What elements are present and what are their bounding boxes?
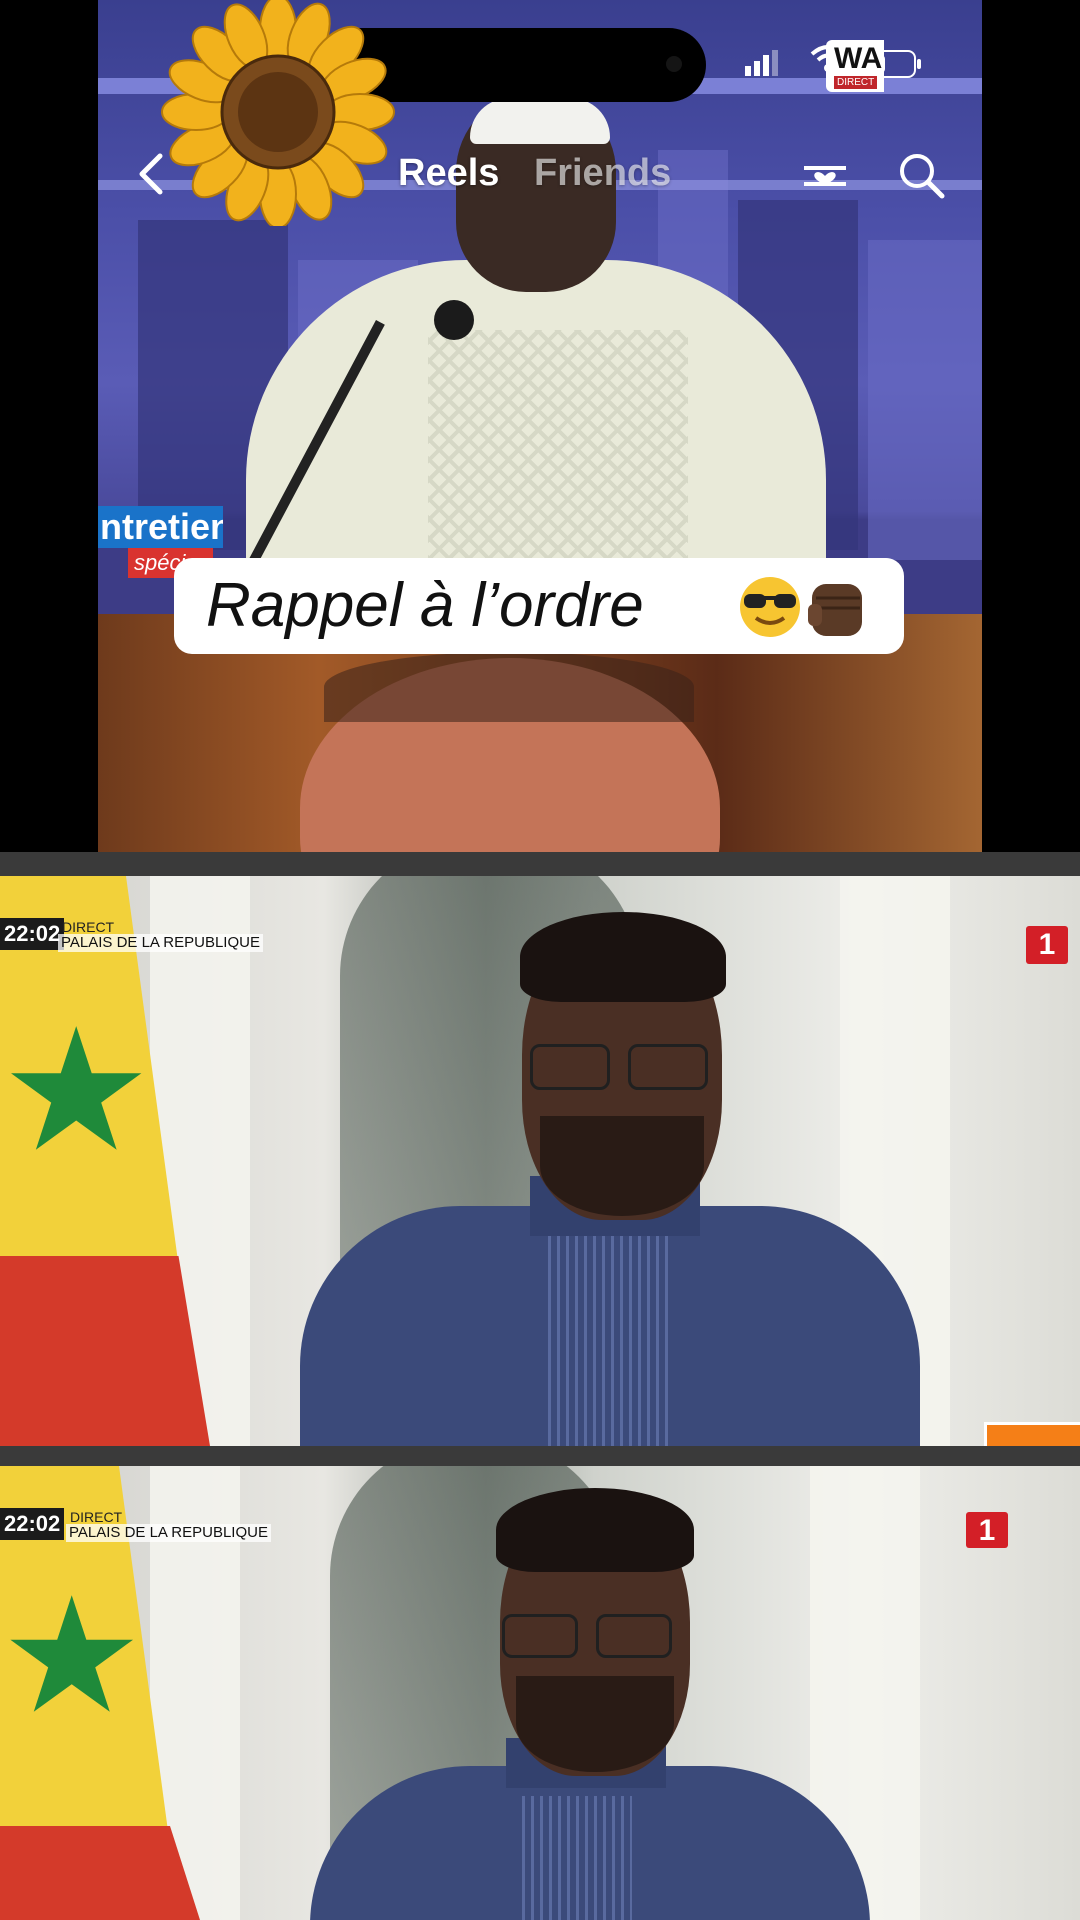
channel-logo-name: WAL (834, 42, 884, 75)
suit-embroidery (548, 1236, 668, 1446)
panel-divider (0, 1446, 1080, 1466)
corner-badge (984, 1422, 1080, 1446)
back-button[interactable] (130, 148, 176, 200)
chevron-left-icon (139, 153, 163, 195)
flag-star-icon: ★ (0, 996, 153, 1186)
broadcast-time: 22:02 (0, 1508, 65, 1540)
speaker-cap (470, 98, 610, 144)
cellular-signal-icon (745, 50, 779, 81)
channel-number-logo: 1 (966, 1512, 1008, 1548)
second-clip-hair (324, 652, 694, 722)
channel-number-logo: 1 (1026, 926, 1068, 964)
flag-star-icon: ★ (0, 1566, 144, 1745)
broadcast-location: PALAIS DE LA REPUBLIQUE (66, 1524, 271, 1542)
sunglasses-emoji-icon (740, 577, 800, 637)
tab-friends[interactable]: Friends (534, 152, 671, 195)
glasses-icon (530, 1044, 610, 1090)
filter-button[interactable] (800, 150, 850, 200)
broadcast-video-frame[interactable]: ★ 22:02 DIRECT PALAIS DE LA REPUBLIQUE 1 (0, 1466, 1080, 1920)
search-button[interactable] (896, 150, 946, 200)
broadcast-time: 22:02 (0, 918, 65, 950)
channel-logo-tag: DIRECT (834, 76, 878, 89)
channel-logo: WAL DIRECT (826, 40, 884, 92)
tv-show-badge-title: ntretien (98, 506, 223, 548)
panel-divider (0, 852, 1080, 876)
glasses-icon (502, 1614, 578, 1658)
raised-fist-icon (808, 584, 862, 636)
microphone-head (434, 300, 474, 340)
suit-embroidery (522, 1796, 632, 1920)
search-icon (900, 154, 945, 199)
tab-reels[interactable]: Reels (398, 152, 499, 195)
sunflower-sticker (142, 0, 414, 229)
heart-filter-icon (804, 166, 846, 186)
broadcast-video-frame[interactable]: ★ 22:02 DIRECT PALAIS DE LA REPUBLIQUE 1 (0, 876, 1080, 1446)
caption-text: Rappel à l’ordre (206, 571, 644, 640)
caption-emojis (738, 574, 872, 645)
broadcast-direct-label: DIRECT (70, 1509, 123, 1525)
robe-embroidery (428, 330, 688, 580)
broadcast-location: PALAIS DE LA REPUBLIQUE (58, 934, 263, 952)
broadcast-direct-label: DIRECT (62, 919, 115, 935)
camera-dot (666, 56, 682, 72)
